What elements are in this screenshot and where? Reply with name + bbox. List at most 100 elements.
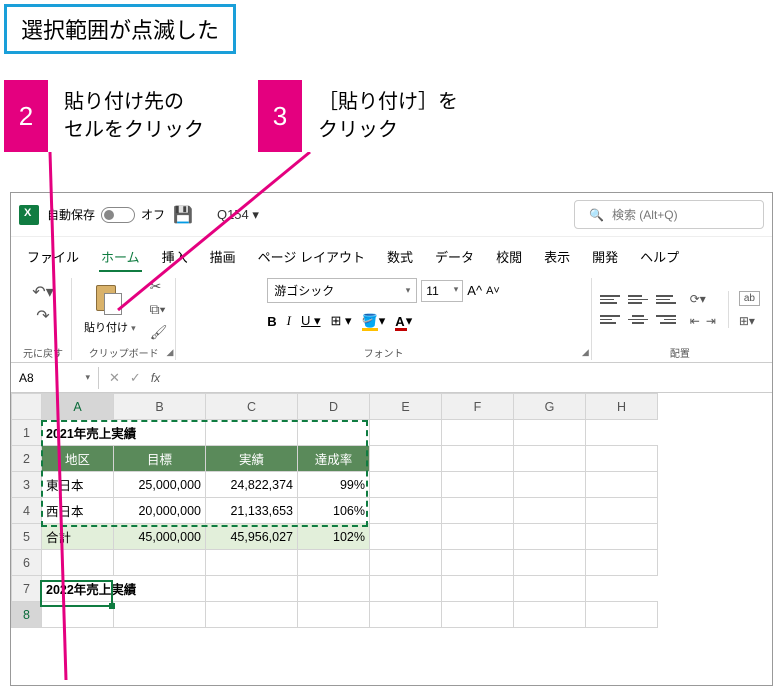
borders-button[interactable]: ⊞ ▾ [331, 313, 352, 329]
paste-button[interactable]: 貼り付け ▾ [80, 283, 140, 337]
cell: 合計 [42, 524, 114, 550]
enter-icon[interactable]: ✓ [130, 370, 141, 386]
row-header-4[interactable]: 4 [12, 498, 42, 524]
cell: 東日本 [42, 472, 114, 498]
wrap-text-button[interactable]: ab [739, 291, 760, 306]
tab-draw[interactable]: 描画 [208, 243, 238, 272]
row-header-5[interactable]: 5 [12, 524, 42, 550]
tab-formulas[interactable]: 数式 [385, 243, 415, 272]
undo-button[interactable]: ↶▾ [32, 282, 53, 302]
table-row[interactable]: 5 合計 45,000,000 45,956,027 102% [12, 524, 658, 550]
row-header-1[interactable]: 1 [12, 420, 42, 446]
table-row[interactable]: 8 [12, 602, 658, 628]
group-label-undo: 元に戻す [23, 345, 63, 360]
bold-button[interactable]: B [267, 314, 276, 329]
font-name-select[interactable]: 游ゴシック▾ [267, 278, 417, 303]
clipboard-icon [96, 285, 124, 317]
callout-step-3: 3 ［貼り付け］をクリック [258, 80, 474, 152]
italic-button[interactable]: I [287, 313, 291, 329]
align-top-button[interactable] [600, 292, 620, 308]
step-text: ［貼り付け］をクリック [302, 80, 474, 152]
tab-review[interactable]: 校閲 [494, 243, 524, 272]
col-header-H[interactable]: H [586, 394, 658, 420]
table-row[interactable]: 3 東日本 25,000,000 24,822,374 99% [12, 472, 658, 498]
row-header-7[interactable]: 7 [12, 576, 42, 602]
ribbon: ↶▾ ↷ 元に戻す 貼り付け ▾ ✂ ⧉▾ [11, 272, 772, 363]
col-header-B[interactable]: B [114, 394, 206, 420]
search-icon: 🔍 [589, 208, 604, 222]
filename-dropdown[interactable]: Q154 ▾ [217, 207, 259, 223]
font-launcher[interactable]: ◢ [582, 347, 589, 358]
callout-step-2: 2 貼り付け先のセルをクリック [4, 80, 220, 152]
tab-page-layout[interactable]: ページ レイアウト [256, 243, 367, 272]
cancel-icon[interactable]: ✕ [109, 370, 120, 386]
cell: 地区 [42, 446, 114, 472]
fx-icon[interactable]: fx [151, 371, 160, 385]
tab-home[interactable]: ホーム [99, 243, 142, 272]
font-color-button[interactable]: A ▾ [395, 313, 412, 329]
row-header-8[interactable]: 8 [12, 602, 42, 628]
align-middle-button[interactable] [628, 292, 648, 308]
col-header-C[interactable]: C [206, 394, 298, 420]
titlebar: 自動保存 オフ 💾 Q154 ▾ 🔍 検索 (Alt+Q) [11, 193, 772, 237]
font-size-select[interactable]: 11▾ [421, 280, 463, 302]
orientation-button[interactable]: ⟳▾ [690, 292, 716, 306]
format-painter-button[interactable]: 🖌 [150, 324, 168, 341]
excel-logo-icon [19, 205, 39, 225]
callout-selection-blinking: 選択範囲が点滅した [4, 4, 236, 54]
increase-indent-button[interactable]: ⇥ [706, 314, 716, 328]
align-right-button[interactable] [656, 312, 676, 328]
table-row[interactable]: 2 地区 目標 実績 達成率 [12, 446, 658, 472]
decrease-indent-button[interactable]: ⇤ [690, 314, 700, 328]
clipboard-launcher[interactable]: ◢ [166, 347, 173, 358]
col-header-E[interactable]: E [370, 394, 442, 420]
tab-help[interactable]: ヘルプ [638, 243, 681, 272]
table-row[interactable]: 6 [12, 550, 658, 576]
row-header-6[interactable]: 6 [12, 550, 42, 576]
autosave-state: オフ [141, 206, 165, 223]
table-row[interactable]: 1 2021年売上実績 [12, 420, 658, 446]
cell: 24,822,374 [206, 472, 298, 498]
col-header-G[interactable]: G [514, 394, 586, 420]
align-bottom-button[interactable] [656, 292, 676, 308]
cell: 実績 [206, 446, 298, 472]
col-header-D[interactable]: D [298, 394, 370, 420]
align-left-button[interactable] [600, 312, 620, 328]
tab-developer[interactable]: 開発 [590, 243, 620, 272]
tab-file[interactable]: ファイル [25, 243, 81, 272]
col-header-F[interactable]: F [442, 394, 514, 420]
underline-button[interactable]: U ▾ [301, 313, 321, 329]
fill-color-button[interactable]: 🪣 ▾ [362, 313, 386, 329]
col-header-A[interactable]: A [42, 394, 114, 420]
tab-insert[interactable]: 挿入 [160, 243, 190, 272]
tab-data[interactable]: データ [433, 243, 476, 272]
name-box[interactable]: A8▾ [11, 367, 99, 389]
increase-font-button[interactable]: A^ [467, 283, 482, 298]
save-icon[interactable]: 💾 [173, 205, 193, 225]
autosave-toggle[interactable]: 自動保存 オフ [47, 206, 165, 223]
cut-button[interactable]: ✂ [150, 278, 168, 295]
cell: 25,000,000 [114, 472, 206, 498]
ribbon-tabs: ファイル ホーム 挿入 描画 ページ レイアウト 数式 データ 校閲 表示 開発… [11, 237, 772, 272]
step-text: 貼り付け先のセルをクリック [48, 80, 220, 152]
toggle-switch-icon[interactable] [101, 207, 135, 223]
merge-center-button[interactable]: ⊞▾ [739, 314, 760, 328]
row-header-3[interactable]: 3 [12, 472, 42, 498]
cell: 45,000,000 [114, 524, 206, 550]
table-row[interactable]: 4 西日本 20,000,000 21,133,653 106% [12, 498, 658, 524]
tab-view[interactable]: 表示 [542, 243, 572, 272]
search-input[interactable]: 🔍 検索 (Alt+Q) [574, 200, 764, 229]
group-label-font: フォント [364, 345, 404, 360]
cell: 西日本 [42, 498, 114, 524]
group-font: 游ゴシック▾ 11▾ A^ A˅ B I U ▾ ⊞ ▾ [176, 278, 591, 360]
excel-window: 自動保存 オフ 💾 Q154 ▾ 🔍 検索 (Alt+Q) ファイル ホーム 挿… [10, 192, 773, 686]
worksheet-grid[interactable]: A B C D E F G H 1 2021年売上実績 2 地区 [11, 393, 772, 628]
decrease-font-button[interactable]: A˅ [486, 285, 500, 297]
align-center-button[interactable] [628, 312, 648, 328]
copy-button[interactable]: ⧉▾ [150, 301, 168, 318]
table-row[interactable]: 7 2022年売上実績 [12, 576, 658, 602]
redo-button[interactable]: ↷ [36, 306, 49, 326]
row-header-2[interactable]: 2 [12, 446, 42, 472]
select-all-corner[interactable] [12, 394, 42, 420]
cell: 達成率 [298, 446, 370, 472]
